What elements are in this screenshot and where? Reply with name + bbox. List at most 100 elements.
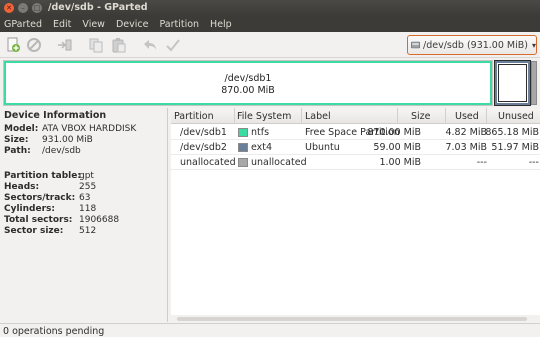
delete-partition-button[interactable] (25, 36, 43, 54)
path-label: Path: (4, 146, 31, 156)
copy-icon (89, 38, 103, 53)
device-info-panel: Device Information Model: ATA VBOX HARDD… (0, 108, 168, 322)
device-selector[interactable]: /dev/sdb (931.00 MiB) ▾ (407, 35, 537, 55)
new-partition-button[interactable] (4, 36, 22, 54)
col-unused[interactable]: Unused (498, 111, 534, 122)
fs-color-swatch (238, 128, 248, 137)
copy-button[interactable] (87, 36, 105, 54)
apply-button[interactable] (164, 36, 182, 54)
heads-value: 255 (79, 182, 97, 192)
size-row: Size: 931.00 MiB (4, 135, 93, 145)
apply-icon (166, 39, 180, 52)
size-label: Size: (4, 135, 29, 145)
cell-partition: unallocated (180, 157, 236, 168)
minimize-window-button[interactable]: – (18, 3, 28, 13)
cell-filesystem: ntfs (251, 127, 270, 138)
new-partition-icon (7, 37, 20, 52)
paste-icon (112, 38, 126, 53)
disk-map: /dev/sdb1 870.00 MiB (0, 58, 540, 108)
cell-label: Ubuntu (305, 142, 340, 153)
cell-filesystem: unallocated (251, 157, 307, 168)
sector-size-row: Sector size: 512 (4, 226, 96, 236)
disk-map-partition-name: /dev/sdb1 (224, 73, 272, 84)
heads-row: Heads: 255 (4, 182, 96, 192)
undo-button[interactable] (141, 36, 159, 54)
cell-size: 1.00 MiB (379, 157, 421, 168)
col-label[interactable]: Label (305, 111, 331, 122)
sectors-track-row: Sectors/track: 63 (4, 193, 90, 203)
menu-gparted[interactable]: GParted (4, 19, 42, 30)
model-label: Model: (4, 124, 39, 134)
menu-bar: GParted Edit View Device Partition Help (0, 16, 540, 32)
partition-table: Partition File System Label Size Used Un… (171, 108, 540, 322)
menu-partition[interactable]: Partition (159, 19, 199, 30)
size-value: 931.00 MiB (42, 135, 93, 145)
status-bar: 0 operations pending (0, 323, 540, 337)
cell-used: --- (476, 157, 487, 168)
maximize-window-button[interactable]: □ (32, 3, 42, 13)
minimize-icon: – (21, 3, 25, 12)
col-size[interactable]: Size (411, 111, 431, 122)
disk-map-partition-size: 870.00 MiB (221, 85, 275, 96)
undo-icon (144, 40, 156, 50)
menu-view[interactable]: View (82, 19, 105, 30)
fs-color-swatch (238, 143, 248, 152)
total-sectors-label: Total sectors: (4, 215, 73, 225)
cell-unused: 865.18 MiB (485, 127, 539, 138)
sector-size-label: Sector size: (4, 226, 64, 236)
horizontal-scrollbar[interactable] (171, 315, 540, 323)
sector-size-value: 512 (79, 226, 97, 236)
col-used[interactable]: Used (455, 111, 479, 122)
resize-move-button[interactable] (56, 36, 74, 54)
partition-table-row: Partition table: gpt (4, 171, 94, 181)
sectors-track-label: Sectors/track: (4, 193, 76, 203)
cell-filesystem: ext4 (251, 142, 273, 153)
menu-edit[interactable]: Edit (53, 19, 71, 30)
table-header: Partition File System Label Size Used Un… (171, 108, 540, 124)
cylinders-value: 118 (79, 204, 97, 214)
path-value: /dev/sdb (42, 146, 81, 156)
cell-partition: /dev/sdb1 (180, 127, 227, 138)
close-icon: ✕ (6, 3, 12, 12)
device-info-header: Device Information (4, 110, 107, 121)
col-partition[interactable]: Partition (174, 111, 214, 122)
cylinders-label: Cylinders: (4, 204, 55, 214)
chevron-down-icon: ▾ (531, 40, 536, 50)
cylinders-row: Cylinders: 118 (4, 204, 96, 214)
partition-table-label: Partition table: (4, 171, 81, 181)
resize-move-icon (58, 39, 72, 51)
table-row[interactable]: unallocated unallocated 1.00 MiB --- --- (171, 155, 540, 169)
cell-used: 7.03 MiB (445, 142, 487, 153)
cell-unused: 51.97 MiB (491, 142, 539, 153)
model-row: Model: ATA VBOX HARDDISK (4, 124, 136, 134)
disk-map-unallocated[interactable] (531, 61, 537, 105)
partition-table-value: gpt (79, 171, 94, 181)
disk-map-partition-sdb2[interactable] (494, 60, 531, 106)
path-row: Path: /dev/sdb (4, 146, 81, 156)
table-row[interactable]: /dev/sdb2 ext4 Ubuntu 59.00 MiB 7.03 MiB… (171, 140, 540, 154)
total-sectors-row: Total sectors: 1906688 (4, 215, 119, 225)
paste-button[interactable] (110, 36, 128, 54)
menu-device[interactable]: Device (116, 19, 149, 30)
disk-map-partition-sdb1[interactable]: /dev/sdb1 870.00 MiB (3, 60, 493, 106)
delete-icon (27, 38, 41, 52)
table-row[interactable]: /dev/sdb1 ntfs Free Space Partition 870.… (171, 125, 540, 139)
cell-size: 59.00 MiB (373, 142, 421, 153)
model-value: ATA VBOX HARDDISK (42, 124, 137, 134)
cell-partition: /dev/sdb2 (180, 142, 227, 153)
close-window-button[interactable]: ✕ (4, 3, 14, 13)
scrollbar-thumb[interactable] (177, 317, 527, 321)
window-title: /dev/sdb - GParted (48, 2, 148, 13)
cell-size: 870.00 MiB (367, 127, 421, 138)
menu-help[interactable]: Help (210, 19, 232, 30)
fs-color-swatch (238, 158, 248, 167)
total-sectors-value: 1906688 (79, 215, 120, 225)
maximize-icon: □ (33, 3, 41, 12)
cell-used: 4.82 MiB (445, 127, 487, 138)
operations-pending-status: 0 operations pending (3, 326, 105, 337)
col-filesystem[interactable]: File System (237, 111, 291, 122)
cell-unused: --- (528, 157, 539, 168)
harddisk-icon (411, 41, 421, 49)
title-bar: ✕ – □ /dev/sdb - GParted (0, 0, 540, 16)
sectors-track-value: 63 (79, 193, 91, 203)
